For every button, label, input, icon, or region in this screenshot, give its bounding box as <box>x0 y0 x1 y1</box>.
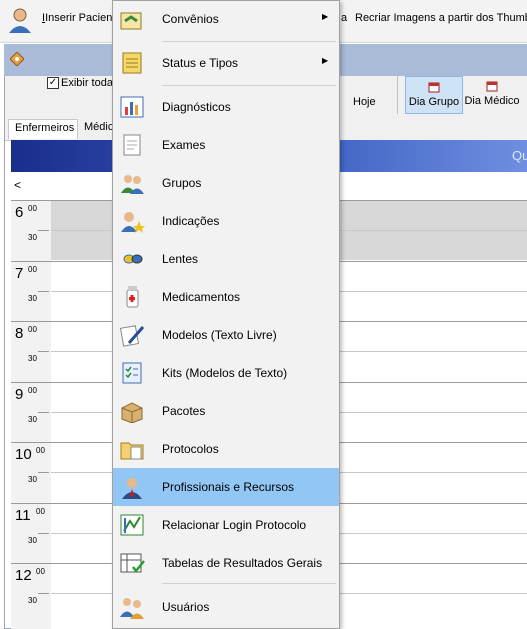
lens-icon <box>119 247 145 271</box>
menu-item-users[interactable]: Usuários <box>113 588 339 626</box>
menu-item-label: Relacionar Login Protocolo <box>162 518 307 532</box>
patient-icon <box>6 6 34 34</box>
half-hour-tick <box>38 351 49 352</box>
half-hour-label: 30 <box>28 414 37 424</box>
menu-item-lens[interactable]: Lentes <box>113 240 339 278</box>
menu-item-box[interactable]: Pacotes <box>113 392 339 430</box>
menu-item-label: Modelos (Texto Livre) <box>162 328 277 342</box>
menu-separator <box>162 41 336 42</box>
menu-item-label: Protocolos <box>162 442 219 456</box>
minute-label: 00 <box>28 385 37 395</box>
show-all-checkbox[interactable]: ✓ <box>47 77 59 89</box>
menu-item-label: Tabelas de Resultados Gerais <box>162 556 323 570</box>
day-group-button[interactable]: Dia Grupo <box>405 76 463 114</box>
document-icon <box>119 133 145 157</box>
hour-label: 9 <box>15 385 24 403</box>
menu-item-label: Lentes <box>162 252 199 266</box>
tab-enfermeiros[interactable]: Enfermeiros <box>8 119 78 139</box>
users-icon <box>119 595 145 619</box>
menu-item-link[interactable]: Relacionar Login Protocolo <box>113 506 339 544</box>
half-hour-label: 30 <box>28 596 37 605</box>
menu-item-label: Diagnósticos <box>162 100 231 114</box>
insert-patient-button[interactable]: IInserir Pacient <box>42 12 115 24</box>
hour-label: 8 <box>15 325 24 342</box>
menu-item-label: Pacotes <box>162 404 206 418</box>
box-icon <box>119 399 145 424</box>
show-all-label: Exibir toda <box>61 77 113 89</box>
half-hour-label: 30 <box>28 475 37 484</box>
menu-item-label: Profissionais e Recursos <box>162 480 295 494</box>
menu-item-label: Medicamentos <box>162 290 241 304</box>
toolbar-divider <box>397 76 398 114</box>
menu-item-chart[interactable]: Diagnósticos <box>113 88 339 126</box>
hour-label: 12 <box>15 567 32 584</box>
menu-item-professional[interactable]: Profissionais e Recursos <box>113 468 339 506</box>
menu-item-label: Exames <box>162 138 206 152</box>
half-hour-label: 30 <box>28 535 37 545</box>
link-icon <box>119 513 145 537</box>
minute-label: 00 <box>36 567 45 576</box>
half-hour-tick <box>38 532 49 534</box>
checklist-icon <box>119 361 145 385</box>
submenu-arrow-icon: ▶ <box>322 56 329 65</box>
hour-label: 10 <box>15 446 32 463</box>
hour-label: 11 <box>15 506 31 524</box>
half-hour-label: 30 <box>28 233 37 242</box>
menu-separator <box>162 85 336 86</box>
minute-label: 00 <box>28 264 37 274</box>
professional-icon <box>119 475 145 499</box>
submenu-arrow-icon: ▶ <box>322 12 329 21</box>
day-group-label: Dia Grupo <box>408 96 460 108</box>
calendar-icon <box>486 81 498 92</box>
hour-label: 7 <box>15 264 24 282</box>
menu-item-medicine-bottle[interactable]: Medicamentos <box>113 278 339 316</box>
menu-item-label: Kits (Modelos de Texto) <box>162 366 288 380</box>
menu-item-document[interactable]: Exames <box>113 126 339 164</box>
minute-label: 00 <box>28 204 37 213</box>
minute-label: 00 <box>36 506 45 516</box>
users-group-icon <box>119 171 145 195</box>
half-hour-tick <box>38 472 49 473</box>
half-hour-tick <box>38 593 49 594</box>
menu-item-label: Indicações <box>162 214 220 228</box>
menu-item-label: Status e Tipos <box>162 56 239 70</box>
half-hour-tick <box>38 230 49 231</box>
calendar-icon <box>428 82 440 93</box>
menu-item-folder-doc[interactable]: Protocolos <box>113 430 339 468</box>
menu-item-user-star[interactable]: Indicações <box>113 202 339 240</box>
notepad-icon <box>119 51 145 75</box>
half-hour-tick <box>38 290 49 292</box>
today-button[interactable]: Hoje <box>353 96 376 108</box>
user-star-icon <box>119 209 145 233</box>
day-doctor-button[interactable]: Dia Médico <box>464 76 520 114</box>
minute-label: 00 <box>28 325 37 334</box>
day-doctor-label: Dia Médico <box>464 95 520 107</box>
half-hour-label: 30 <box>28 293 37 303</box>
medicine-bottle-icon <box>119 285 145 309</box>
recreate-images-button[interactable]: Recriar Imagens a partir dos Thumb <box>355 12 527 24</box>
window-icon <box>9 51 25 67</box>
menu-item-label: Usuários <box>162 600 210 614</box>
minute-label: 00 <box>36 446 45 455</box>
header-bar-text: Qu <box>512 148 527 163</box>
previous-button[interactable]: < <box>14 178 21 192</box>
half-hour-tick <box>38 411 49 413</box>
menu-separator <box>162 583 336 584</box>
menu-item-checklist[interactable]: Kits (Modelos de Texto) <box>113 354 339 392</box>
menu-item-users-group[interactable]: Grupos <box>113 164 339 202</box>
hour-label: 6 <box>15 204 24 221</box>
chart-icon <box>119 95 145 119</box>
menu-item-notepad[interactable]: Status e Tipos ▶ <box>113 44 339 82</box>
menu-item-pen-paper[interactable]: Modelos (Texto Livre) <box>113 316 339 354</box>
results-table-icon <box>119 551 145 575</box>
toolbar-fragment: a <box>341 12 348 24</box>
menu-item-handshake[interactable]: Convênios ▶ <box>113 0 339 38</box>
menu-item-label: Grupos <box>162 176 202 190</box>
folder-doc-icon <box>119 437 145 461</box>
pen-paper-icon <box>119 323 145 347</box>
handshake-icon <box>119 7 145 31</box>
half-hour-label: 30 <box>28 354 37 363</box>
menu-item-results-table[interactable]: Tabelas de Resultados Gerais <box>113 544 339 582</box>
menu-item-label: Convênios <box>162 12 219 26</box>
